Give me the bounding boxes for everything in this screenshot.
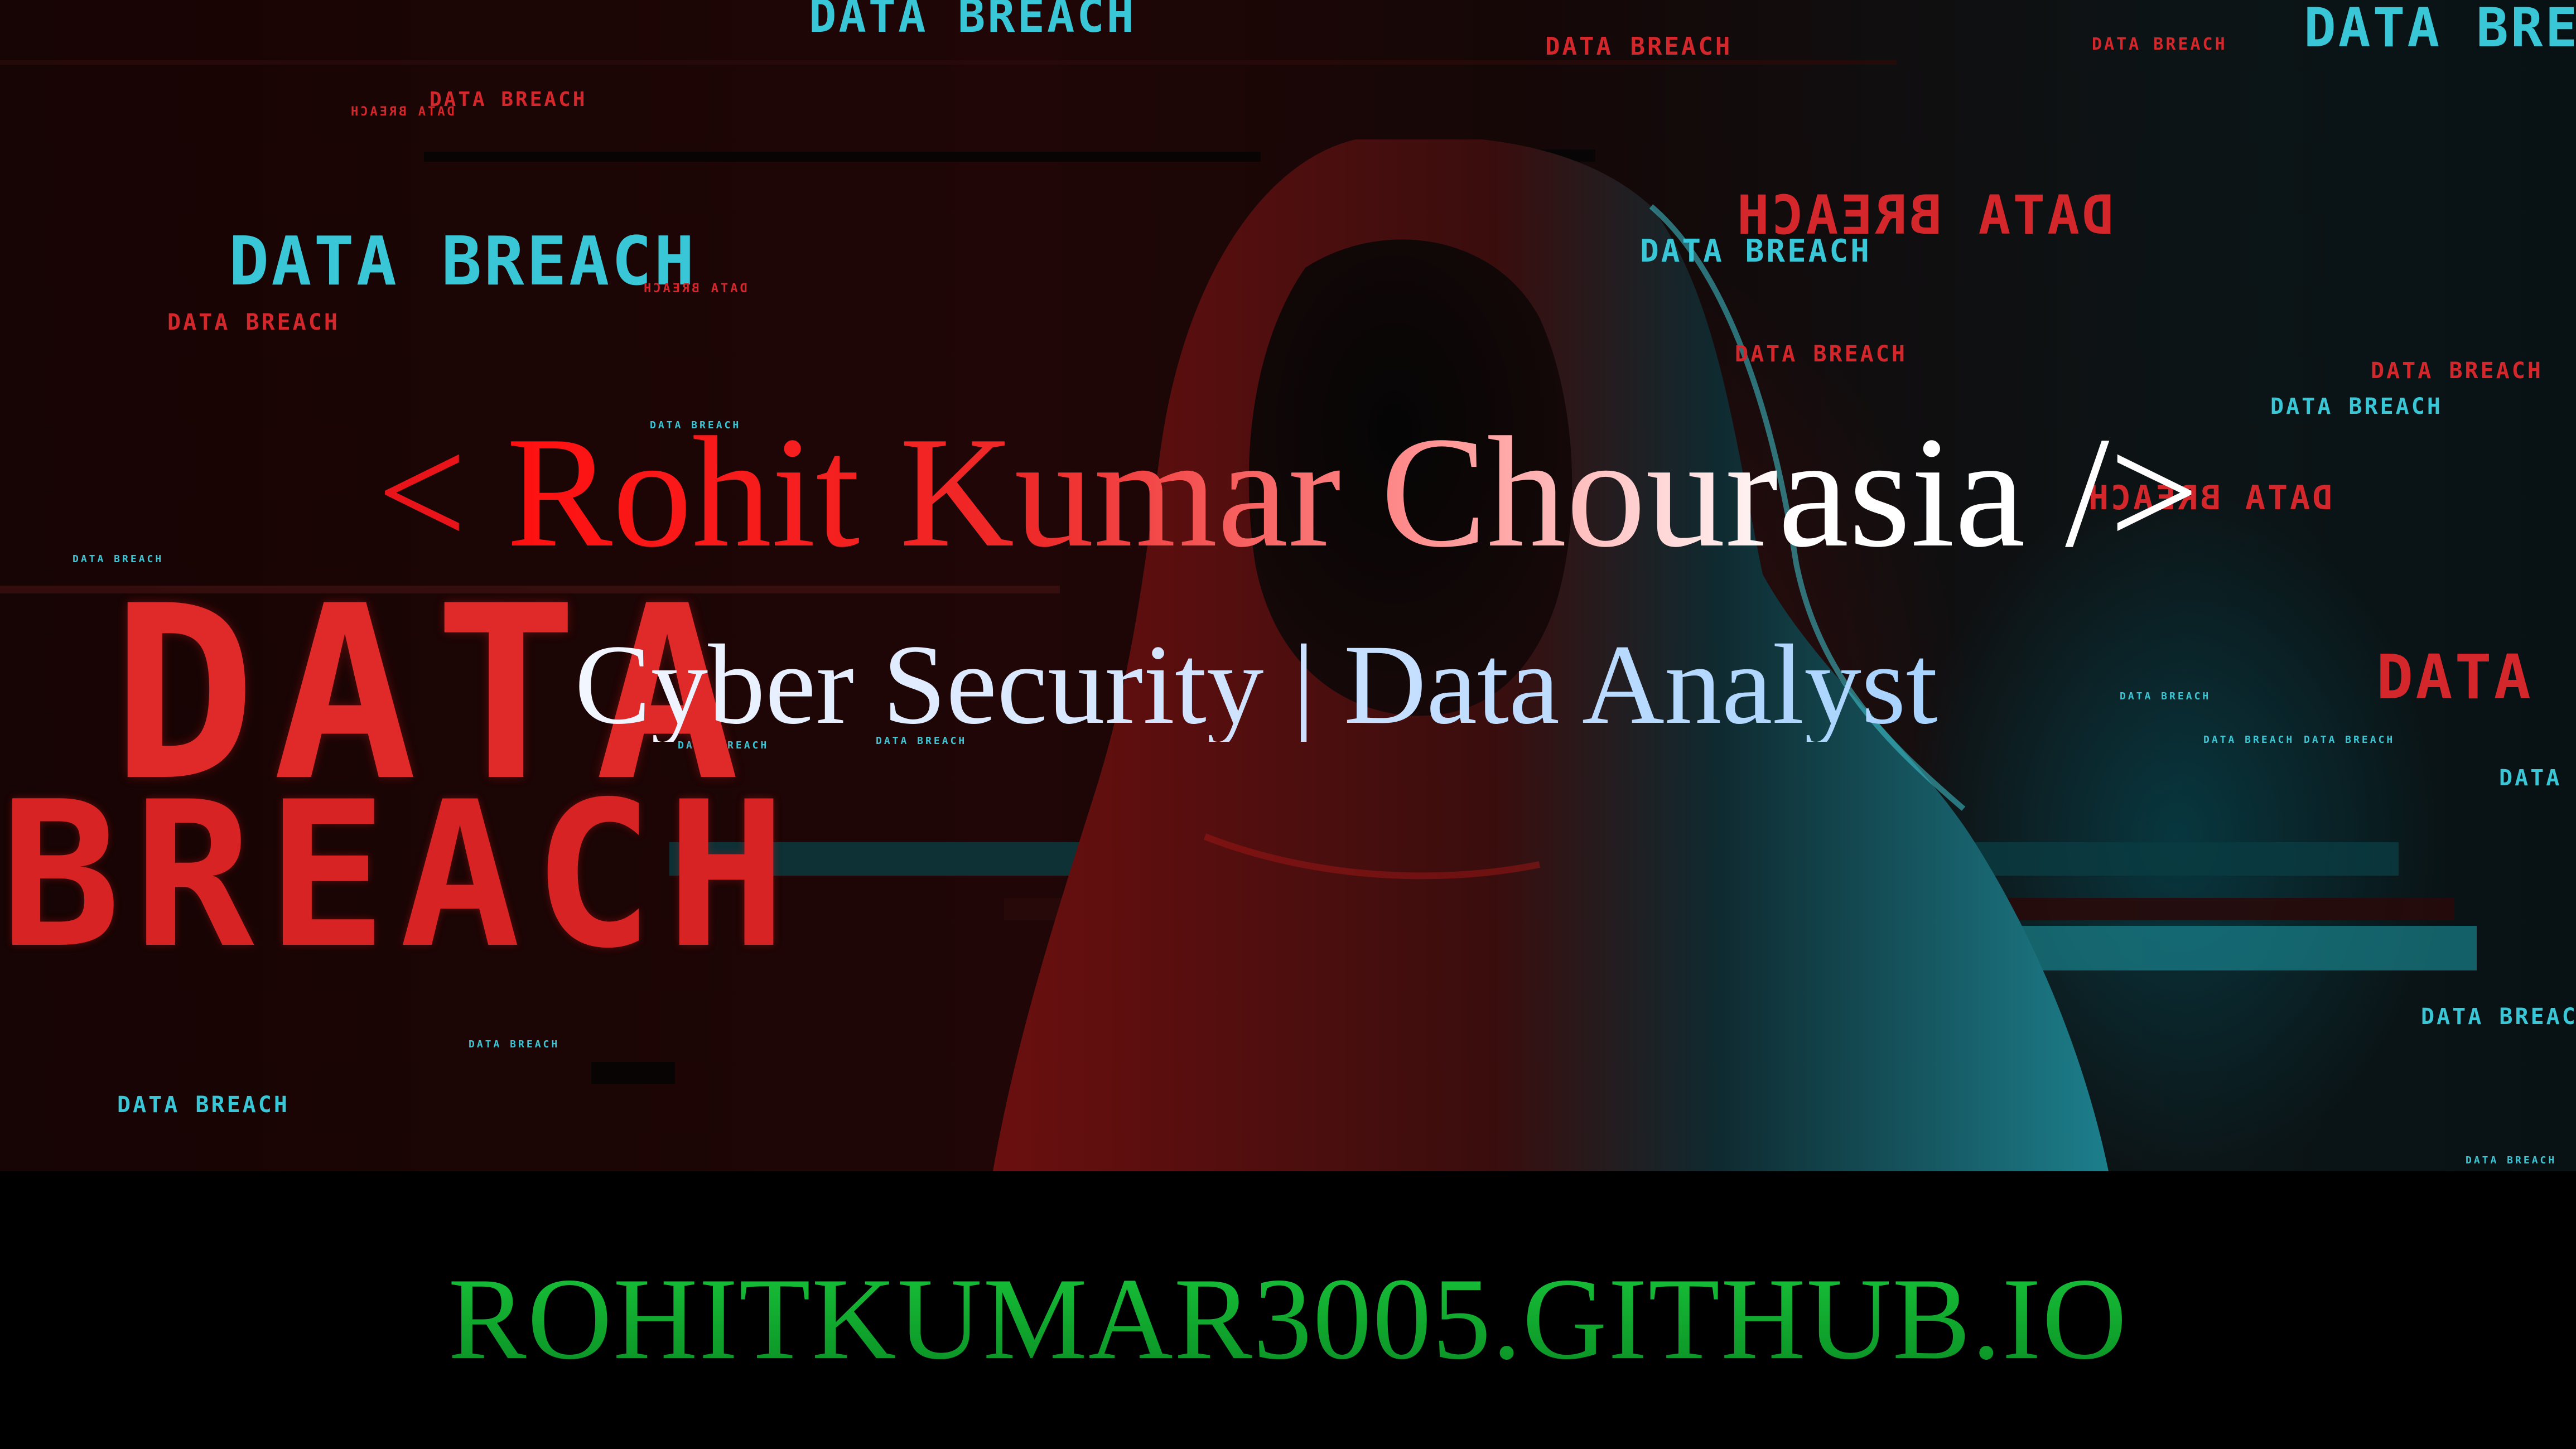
bg-text: DATA BREACH	[117, 1092, 290, 1118]
bg-text: DATA BREACH	[2466, 1155, 2557, 1166]
bg-text: DATA BREACH	[2203, 734, 2295, 746]
big-breach-word: BREACH	[0, 759, 799, 992]
page-title: < Rohit Kumar Chourasia />	[0, 413, 2576, 572]
hero-background: DATA BREACH DATA BREACH DATA BREACH DATA…	[0, 0, 2576, 1171]
bg-text: DATA BREACH	[809, 0, 1137, 43]
open-tag: <	[377, 404, 467, 580]
bg-text: DATA BREACH	[2304, 0, 2576, 59]
bg-text: DATA BREACH	[469, 1039, 560, 1050]
website-link[interactable]: ROHITKUMAR3005.GITHUB.IO	[0, 1260, 2576, 1378]
bg-text: DATA BREACH	[1640, 233, 1871, 269]
bg-text: DATA BREACH	[2092, 35, 2227, 54]
author-name: Rohit Kumar Chourasia	[506, 404, 2025, 580]
bg-text: DATA BREACH	[2120, 690, 2211, 702]
bg-text: DATA BREACH	[167, 310, 340, 335]
bg-text: DATA BREACH	[229, 223, 697, 301]
bg-text-mirrored: DATA BREACH	[349, 105, 455, 119]
subtitle: Cyber Security | Data Analyst	[575, 627, 2081, 742]
bg-text-mirrored: DATA BREACH	[641, 282, 747, 296]
close-tag: />	[2065, 404, 2199, 580]
bg-text: DATA BREACH	[2499, 765, 2576, 791]
bg-text: DATA BREACH	[2371, 358, 2543, 384]
bg-text: DATA BREACH	[1545, 32, 1733, 61]
bg-text: DATA BREACH	[1735, 341, 1907, 367]
glitch-bar	[591, 1062, 675, 1084]
bg-text: DATA BREACH	[2304, 734, 2395, 746]
bg-text: DATA BREACH	[2421, 1004, 2576, 1030]
glitch-bar	[0, 60, 1897, 65]
bg-text: DATA	[2376, 641, 2533, 713]
